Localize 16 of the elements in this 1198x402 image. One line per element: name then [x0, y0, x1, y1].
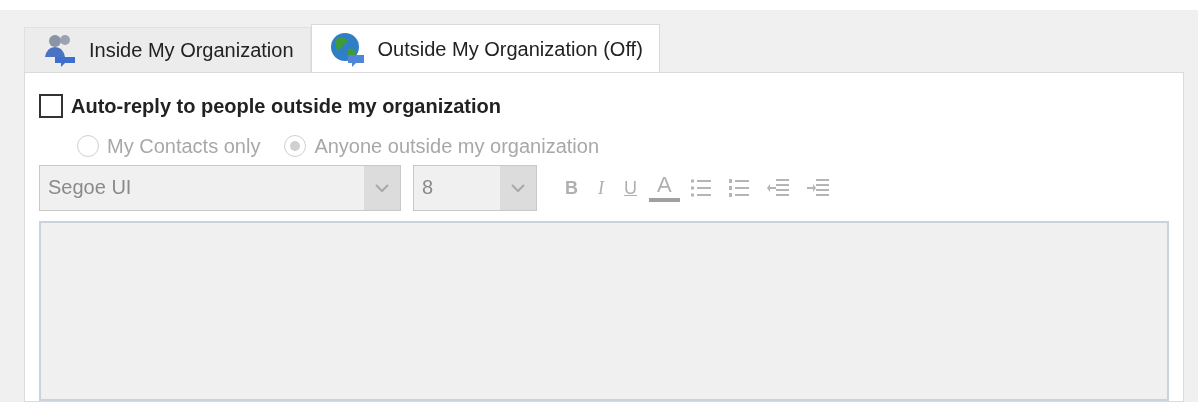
decrease-indent-icon[interactable] — [765, 177, 790, 199]
chevron-down-icon — [375, 183, 389, 193]
checkbox-label: Auto-reply to people outside my organization — [71, 94, 502, 119]
increase-indent-icon[interactable] — [805, 177, 830, 199]
bullet-list-icon[interactable] — [689, 177, 712, 199]
chevron-down-icon — [511, 183, 525, 193]
tab[interactable]: Outside My Organization (Off) — [310, 24, 660, 72]
bold-button[interactable]: B — [557, 179, 586, 197]
checkbox[interactable] — [39, 94, 63, 118]
tab[interactable]: Inside My Organization — [24, 27, 311, 72]
radio-label: Anyone outside my organization — [314, 134, 599, 159]
font-color-button[interactable]: A — [649, 174, 680, 202]
underline-button[interactable]: U — [616, 179, 645, 197]
numbered-list-icon[interactable] — [727, 177, 750, 199]
radio-label: My Contacts only — [107, 134, 261, 159]
italic-button[interactable]: I — [590, 179, 612, 197]
